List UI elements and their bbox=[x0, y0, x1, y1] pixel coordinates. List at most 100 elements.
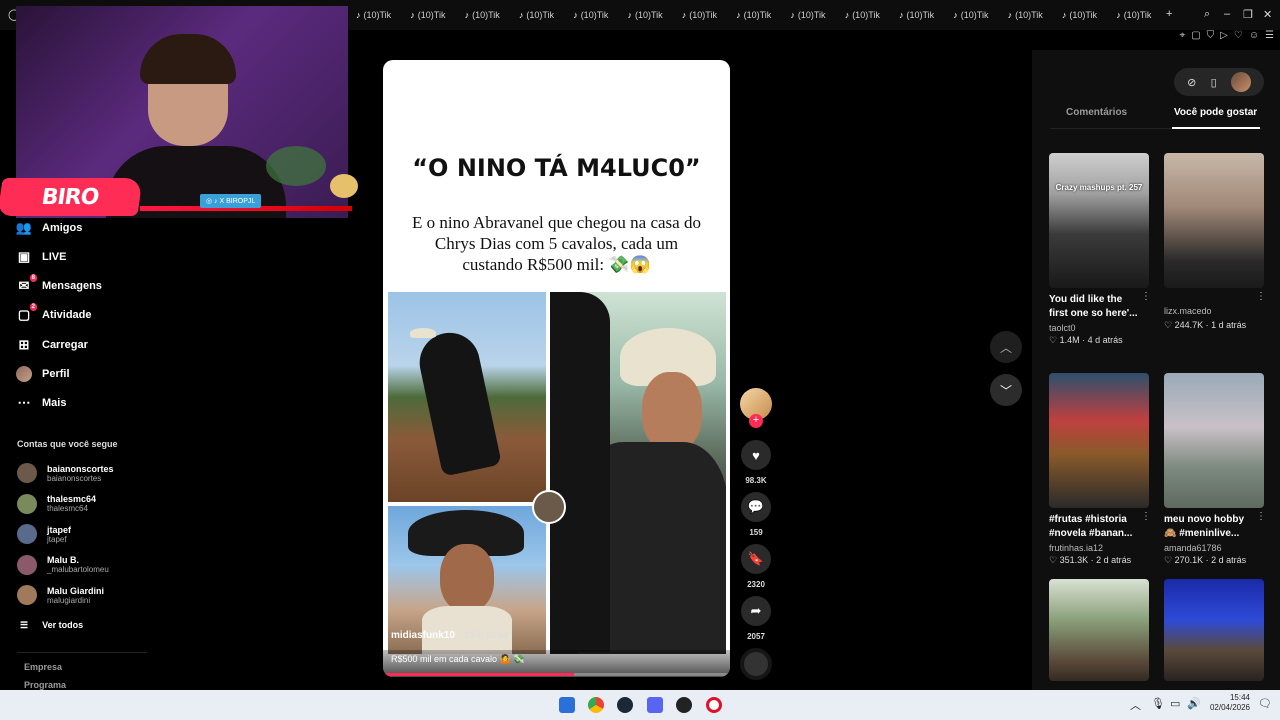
chrome-icon[interactable] bbox=[588, 697, 604, 713]
browser-tab[interactable]: ♪ (10)Tik bbox=[1062, 8, 1097, 22]
minimize-icon[interactable]: – bbox=[1224, 8, 1230, 20]
sidebar-item-live[interactable]: ▣ LIVE bbox=[16, 246, 67, 268]
recommended-video-thumbnail[interactable] bbox=[1164, 153, 1264, 288]
more-options-icon[interactable]: ⋮ bbox=[1256, 511, 1266, 522]
next-video-button[interactable]: ﹀ bbox=[990, 374, 1022, 406]
see-all-button[interactable]: ☰ Ver todos bbox=[20, 620, 83, 631]
sidebar-item-label: Mais bbox=[42, 397, 67, 409]
follow-plus-icon[interactable]: + bbox=[749, 414, 763, 428]
search-icon[interactable]: ⌕ bbox=[1204, 8, 1210, 21]
followed-account[interactable]: Malu B. _malubartolomeu bbox=[17, 553, 109, 577]
browser-tab[interactable]: ♪ (10)Tik bbox=[736, 8, 771, 22]
browser-tab[interactable]: ♪ (10)Tik bbox=[410, 8, 445, 22]
play-icon[interactable]: ▷ bbox=[1220, 30, 1228, 44]
sidebar-item-mais[interactable]: ⋯ Mais bbox=[16, 392, 67, 414]
recommended-video-author[interactable]: frutinhas.ia12 bbox=[1049, 543, 1103, 553]
browser-tab[interactable]: ♪ (10)Tik bbox=[356, 8, 391, 22]
comment-icon: 💬 bbox=[747, 499, 765, 514]
new-tab-button[interactable]: + bbox=[1166, 8, 1172, 20]
browser-tab[interactable]: ♪ (10)Tik bbox=[1008, 8, 1043, 22]
sidebar-item-amigos[interactable]: 👥 Amigos bbox=[16, 217, 82, 239]
video-author[interactable]: midiasfunk10 bbox=[391, 630, 455, 641]
sidebar-item-label: Atividade bbox=[42, 309, 92, 321]
tab-voce-pode-gostar[interactable]: Você pode gostar bbox=[1174, 107, 1257, 118]
profile-icon[interactable]: ☺ bbox=[1249, 30, 1259, 44]
followed-account[interactable]: thalesmc64 thalesmc64 bbox=[17, 492, 96, 516]
recommended-video-thumbnail[interactable] bbox=[1049, 579, 1149, 681]
recommended-video-author[interactable]: amanda61786 bbox=[1164, 543, 1222, 553]
followed-account[interactable]: jtapef jtapef bbox=[17, 522, 71, 546]
browser-tab[interactable]: ♪ (10)Tik bbox=[519, 8, 554, 22]
recommended-video-thumbnail[interactable]: Crazy mashups pt. 257 bbox=[1049, 153, 1149, 288]
browser-tab[interactable]: ♪ (10)Tik bbox=[628, 8, 663, 22]
browser-tab[interactable]: ♪ (10)Tik bbox=[790, 8, 825, 22]
pin-icon[interactable]: ⌖ bbox=[1180, 30, 1186, 44]
heart-icon: ♥ bbox=[752, 447, 760, 463]
obs-icon[interactable] bbox=[676, 697, 692, 713]
recommended-video-stats: ♡ 351.3K · 2 d atrás bbox=[1049, 555, 1132, 565]
close-icon[interactable]: ✕ bbox=[1263, 8, 1272, 21]
microphone-icon[interactable]: 🎙 bbox=[1151, 697, 1165, 710]
share-button[interactable]: ➦ bbox=[741, 596, 771, 626]
footer-link-programa[interactable]: Programa bbox=[24, 680, 66, 690]
divider bbox=[17, 652, 147, 653]
more-options-icon[interactable]: ⋮ bbox=[1141, 511, 1151, 522]
volume-icon[interactable]: 🔊 bbox=[1187, 697, 1201, 710]
save-button[interactable]: 🔖 bbox=[741, 544, 771, 574]
music-disc-icon[interactable] bbox=[740, 648, 772, 680]
like-button[interactable]: ♥ bbox=[741, 440, 771, 470]
recommended-video-title[interactable]: #frutas #historia #novela #banan... bbox=[1049, 513, 1139, 541]
opera-icon[interactable] bbox=[706, 697, 722, 713]
discord-icon[interactable] bbox=[647, 697, 663, 713]
browser-tab[interactable]: ♪ (10)Tik bbox=[1116, 8, 1151, 22]
browser-tab[interactable]: ♪ (10)Tik bbox=[953, 8, 988, 22]
recommended-video-thumbnail[interactable] bbox=[1164, 373, 1264, 508]
recommended-video-author[interactable]: lizx.macedo bbox=[1164, 306, 1212, 316]
tab-label: (10)Tik bbox=[1069, 10, 1098, 20]
browser-tab[interactable]: ♪ (10)Tik bbox=[899, 8, 934, 22]
more-options-icon[interactable]: ⋮ bbox=[1141, 291, 1151, 302]
shield-icon[interactable]: ⛉ bbox=[1207, 30, 1215, 44]
more-options-icon[interactable]: ⋮ bbox=[1256, 291, 1266, 302]
horse-shape bbox=[414, 327, 502, 477]
like-count: 1.4M bbox=[1059, 335, 1080, 345]
windows-start-icon[interactable] bbox=[559, 697, 575, 713]
notification-icon[interactable]: 🗨 bbox=[1258, 697, 1272, 710]
taskbar-clock[interactable]: 15:44 02/04/2026 bbox=[1200, 693, 1250, 713]
recommended-video-thumbnail[interactable] bbox=[1164, 579, 1264, 681]
sidebar-item-label: Amigos bbox=[42, 222, 83, 234]
video-player[interactable]: “O NINO TÁ M4LUC0” E o nino Abravanel qu… bbox=[383, 60, 730, 677]
video-progress-bar[interactable] bbox=[383, 673, 730, 676]
more-icon: ⋯ bbox=[17, 395, 31, 410]
snapshot-icon[interactable]: ▢ bbox=[1191, 30, 1200, 44]
sidebar-item-perfil[interactable]: Perfil bbox=[16, 363, 70, 385]
tray-chevron-icon[interactable]: ︿ bbox=[1130, 697, 1141, 713]
steam-icon[interactable] bbox=[617, 697, 633, 713]
compass-icon[interactable]: ⊘ bbox=[1187, 76, 1196, 89]
sidebar-item-atividade[interactable]: ▢ 2 Atividade bbox=[16, 303, 92, 326]
browser-tab[interactable]: ♪ (10)Tik bbox=[845, 8, 880, 22]
browser-tab[interactable]: ♪ (10)Tik bbox=[682, 8, 717, 22]
restore-icon[interactable]: ❐ bbox=[1243, 8, 1253, 21]
previous-video-button[interactable]: ︿ bbox=[990, 331, 1022, 363]
followed-account[interactable]: baianonscortes baianonscortes bbox=[17, 461, 114, 485]
network-icon[interactable]: ▭ bbox=[1170, 697, 1180, 710]
menu-icon[interactable]: ☰ bbox=[1265, 30, 1274, 44]
comment-button[interactable]: 💬 bbox=[741, 492, 771, 522]
browser-tab[interactable]: ♪ (10)Tik bbox=[573, 8, 608, 22]
browser-tab[interactable]: ♪ (10)Tik bbox=[465, 8, 500, 22]
followed-account[interactable]: Malu Giardini malugiardini bbox=[17, 583, 104, 607]
recommended-video-title[interactable]: meu novo hobby 🙈 #meninlive... bbox=[1164, 513, 1254, 541]
sidebar-item-mensagens[interactable]: ✉ 8 Mensagens bbox=[16, 274, 102, 297]
heart-icon[interactable]: ♡ bbox=[1234, 30, 1243, 44]
sidebar-item-carregar[interactable]: ⊞ Carregar bbox=[16, 334, 88, 356]
user-avatar[interactable] bbox=[1230, 72, 1251, 92]
tab-comentarios[interactable]: Comentários bbox=[1066, 107, 1127, 118]
account-name: thalesmc64 bbox=[47, 494, 97, 504]
notification-badge: 8 bbox=[29, 274, 37, 282]
recommended-video-thumbnail[interactable] bbox=[1049, 373, 1149, 508]
recommended-video-author[interactable]: taolct0 bbox=[1049, 323, 1076, 333]
footer-link-empresa[interactable]: Empresa bbox=[24, 662, 62, 672]
recommended-video-title[interactable]: You did like the first one so here'... bbox=[1049, 293, 1139, 321]
phone-icon[interactable]: ▯ bbox=[1211, 76, 1217, 89]
